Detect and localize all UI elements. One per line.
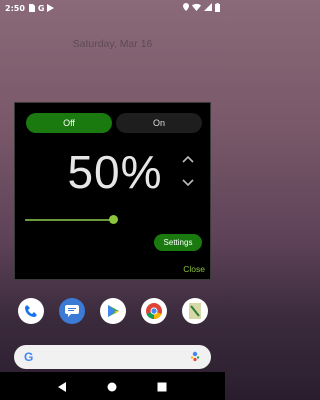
battery-icon [215, 2, 220, 14]
google-logo-icon: G [24, 350, 34, 364]
close-button[interactable]: Close [175, 264, 205, 276]
home-icon[interactable] [107, 377, 117, 396]
google-g-icon: G [37, 3, 45, 13]
decrease-chevron-down-icon[interactable] [181, 175, 195, 189]
on-toggle-button[interactable]: On [116, 113, 202, 133]
off-toggle-button[interactable]: Off [26, 113, 112, 133]
notes-app-icon[interactable] [181, 298, 208, 324]
messages-app-icon[interactable] [58, 298, 85, 324]
play-store-app-icon[interactable] [99, 298, 126, 324]
brightness-dialog: Off On 50% Settings Close [14, 102, 211, 280]
back-icon[interactable] [57, 377, 68, 396]
signal-icon [204, 3, 212, 13]
mic-icon[interactable] [189, 348, 201, 367]
increase-chevron-up-icon[interactable] [181, 151, 195, 165]
recents-icon[interactable] [157, 377, 167, 396]
play-store-icon [47, 4, 55, 12]
app-dock [0, 298, 225, 330]
google-search-bar[interactable]: G [14, 345, 211, 369]
chrome-app-icon[interactable] [140, 298, 167, 324]
wifi-icon [192, 3, 201, 13]
sim-card-icon [28, 4, 35, 12]
slider-track[interactable] [25, 219, 113, 221]
status-bar: 2:50 G [0, 0, 225, 16]
navigation-bar [0, 372, 225, 400]
phone-app-icon[interactable] [17, 298, 44, 324]
status-time: 2:50 [5, 3, 25, 13]
home-date: Saturday, Mar 16 [72, 38, 153, 50]
location-icon [183, 3, 189, 13]
settings-button[interactable]: Settings [154, 234, 202, 251]
slider-thumb[interactable] [109, 215, 118, 224]
percent-value: 50% [67, 146, 163, 198]
status-right-icons [183, 2, 220, 14]
